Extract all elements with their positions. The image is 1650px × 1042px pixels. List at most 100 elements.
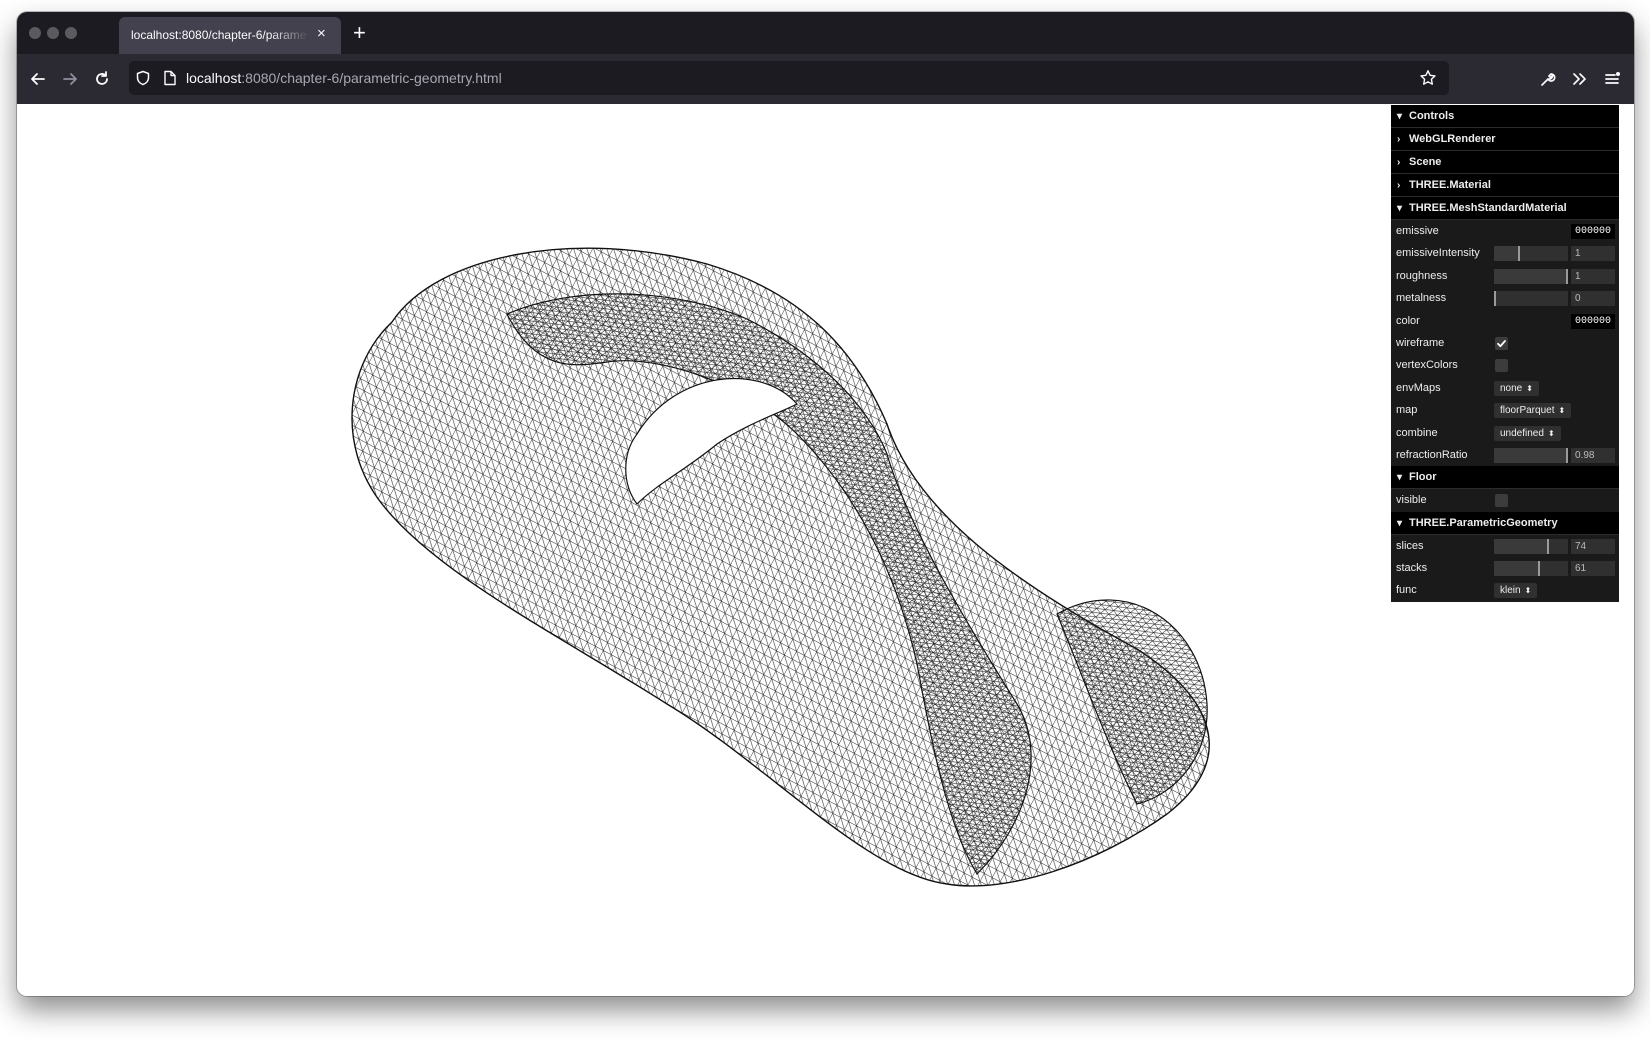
chevron-down-icon: ▾ <box>1397 203 1403 214</box>
close-window-dot[interactable] <box>29 27 41 39</box>
address-bar[interactable]: localhost:8080/chapter-6/parametric-geom… <box>129 61 1449 95</box>
slider-knob[interactable] <box>1518 246 1520 262</box>
folder-scene[interactable]: › Scene <box>1391 151 1619 174</box>
zoom-window-dot[interactable] <box>65 27 77 39</box>
control-row-roughness: roughness 1 <box>1391 264 1619 288</box>
checkmark-icon <box>1497 340 1506 348</box>
control-label: func <box>1396 584 1417 597</box>
chevron-down-icon: ▾ <box>1397 472 1403 484</box>
browser-window: localhost:8080/chapter-6/parametric-geom… <box>17 12 1634 996</box>
select-arrows-icon: ⬍ <box>1526 383 1533 393</box>
control-label: emissiveIntensity <box>1396 247 1480 260</box>
chevron-right-icon: › <box>1397 134 1401 145</box>
stacks-input[interactable]: 61 <box>1571 561 1615 577</box>
control-label: vertexColors <box>1396 359 1458 372</box>
navigation-toolbar: localhost:8080/chapter-6/parametric-geom… <box>17 54 1634 104</box>
floor-visible-checkbox[interactable] <box>1495 494 1508 508</box>
color-field[interactable]: 000000 <box>1571 313 1615 329</box>
minimize-window-dot[interactable] <box>47 27 59 39</box>
control-row-func: func klein ⬍ <box>1391 579 1619 602</box>
folder-label: WebGLRenderer <box>1409 133 1496 145</box>
wrench-icon[interactable] <box>1537 68 1559 90</box>
select-value: floorParquet <box>1500 405 1555 417</box>
controls-header[interactable]: ▾ Controls <box>1391 105 1619 128</box>
control-label: wireframe <box>1396 336 1445 349</box>
menu-icon[interactable] <box>1601 68 1623 90</box>
slider-fill <box>1494 538 1547 554</box>
control-row-env-maps: envMaps none ⬍ <box>1391 376 1619 400</box>
forward-icon[interactable] <box>59 68 81 90</box>
refraction-ratio-slider[interactable] <box>1494 447 1568 463</box>
folder-parametricgeometry[interactable]: ▾ THREE.ParametricGeometry <box>1391 511 1619 535</box>
slider-knob[interactable] <box>1566 268 1568 284</box>
vertex-colors-checkbox[interactable] <box>1495 359 1508 373</box>
control-label: slices <box>1396 539 1424 552</box>
roughness-input[interactable]: 1 <box>1571 268 1615 284</box>
page-icon[interactable] <box>159 67 181 89</box>
map-select[interactable]: floorParquet ⬍ <box>1494 403 1572 419</box>
controls-label: Controls <box>1409 110 1455 122</box>
webgl-viewport[interactable]: ▾ Controls › WebGLRenderer › Scene › THREE.M… <box>17 104 1634 996</box>
control-row-refraction-ratio: refractionRatio 0.98 <box>1391 443 1619 467</box>
control-label: stacks <box>1396 562 1428 575</box>
control-row-stacks: stacks 61 <box>1391 557 1619 580</box>
emissive-intensity-slider[interactable] <box>1494 246 1568 262</box>
emissive-intensity-input[interactable]: 1 <box>1571 246 1615 262</box>
control-label: combine <box>1396 426 1438 439</box>
func-select[interactable]: klein ⬍ <box>1494 583 1538 599</box>
shield-icon[interactable] <box>132 67 154 89</box>
chevron-right-icon: › <box>1397 180 1401 191</box>
slider-knob[interactable] <box>1566 447 1568 463</box>
slider-knob[interactable] <box>1547 538 1549 554</box>
control-label: visible <box>1396 494 1427 507</box>
control-row-emissive: emissive 000000 <box>1391 220 1619 243</box>
folder-label: Floor <box>1409 471 1437 484</box>
env-maps-select[interactable]: none ⬍ <box>1494 380 1539 396</box>
folder-floor[interactable]: ▾ Floor <box>1391 466 1619 490</box>
folder-webglrenderer[interactable]: › WebGLRenderer <box>1391 128 1619 151</box>
control-label: map <box>1396 404 1418 417</box>
bookmark-star-icon[interactable] <box>1417 67 1439 89</box>
metalness-input[interactable]: 0 <box>1571 291 1615 307</box>
folder-three-material[interactable]: › THREE.Material <box>1391 174 1619 197</box>
chevron-down-icon: ▾ <box>1397 517 1403 529</box>
select-arrows-icon: ⬍ <box>1524 586 1532 596</box>
slices-input[interactable]: 74 <box>1571 538 1615 554</box>
browser-tab[interactable]: localhost:8080/chapter-6/parametric-geom… <box>119 17 341 54</box>
select-value: none <box>1500 382 1523 394</box>
reload-icon[interactable] <box>91 68 113 90</box>
control-row-color: color 000000 <box>1391 309 1619 332</box>
roughness-slider[interactable] <box>1494 268 1568 284</box>
url-path: :8080/chapter-6/parametric-geometry.html <box>241 70 502 86</box>
metalness-slider[interactable] <box>1494 291 1568 307</box>
control-row-emissive-intensity: emissiveIntensity 1 <box>1391 242 1619 265</box>
dat-gui-panel: ▾ Controls › WebGLRenderer › Scene › THREE.M… <box>1391 105 1619 602</box>
new-tab-button[interactable]: + <box>353 22 366 44</box>
control-label: color <box>1396 314 1420 327</box>
control-label: envMaps <box>1396 381 1441 394</box>
overflow-chevrons-icon[interactable] <box>1569 68 1591 90</box>
control-row-visible: visible <box>1391 489 1619 512</box>
refraction-ratio-input[interactable]: 0.98 <box>1571 447 1615 463</box>
wireframe-checkbox[interactable] <box>1495 336 1508 350</box>
control-row-vertex-colors: vertexColors <box>1391 354 1619 377</box>
back-icon[interactable] <box>27 68 49 90</box>
control-row-metalness: metalness 0 <box>1391 287 1619 310</box>
control-row-wireframe: wireframe <box>1391 331 1619 355</box>
select-arrows-icon: ⬍ <box>1547 428 1555 438</box>
control-label: roughness <box>1396 269 1448 282</box>
chevron-down-icon: ▾ <box>1397 111 1403 122</box>
slider-knob[interactable] <box>1538 561 1540 577</box>
stacks-slider[interactable] <box>1494 561 1568 577</box>
tab-close-icon[interactable]: × <box>317 25 326 43</box>
slider-knob[interactable] <box>1494 291 1496 307</box>
folder-meshstandardmaterial[interactable]: ▾ THREE.MeshStandardMaterial <box>1391 197 1619 220</box>
slices-slider[interactable] <box>1494 538 1568 554</box>
emissive-color-field[interactable]: 000000 <box>1571 224 1615 239</box>
folder-label: THREE.ParametricGeometry <box>1409 516 1558 529</box>
slider-fill <box>1494 561 1538 577</box>
tab-strip: localhost:8080/chapter-6/parametric-geom… <box>17 12 1634 54</box>
combine-select[interactable]: undefined ⬍ <box>1494 425 1561 441</box>
select-value: undefined <box>1500 427 1544 439</box>
folder-label: THREE.MeshStandardMaterial <box>1409 202 1567 214</box>
